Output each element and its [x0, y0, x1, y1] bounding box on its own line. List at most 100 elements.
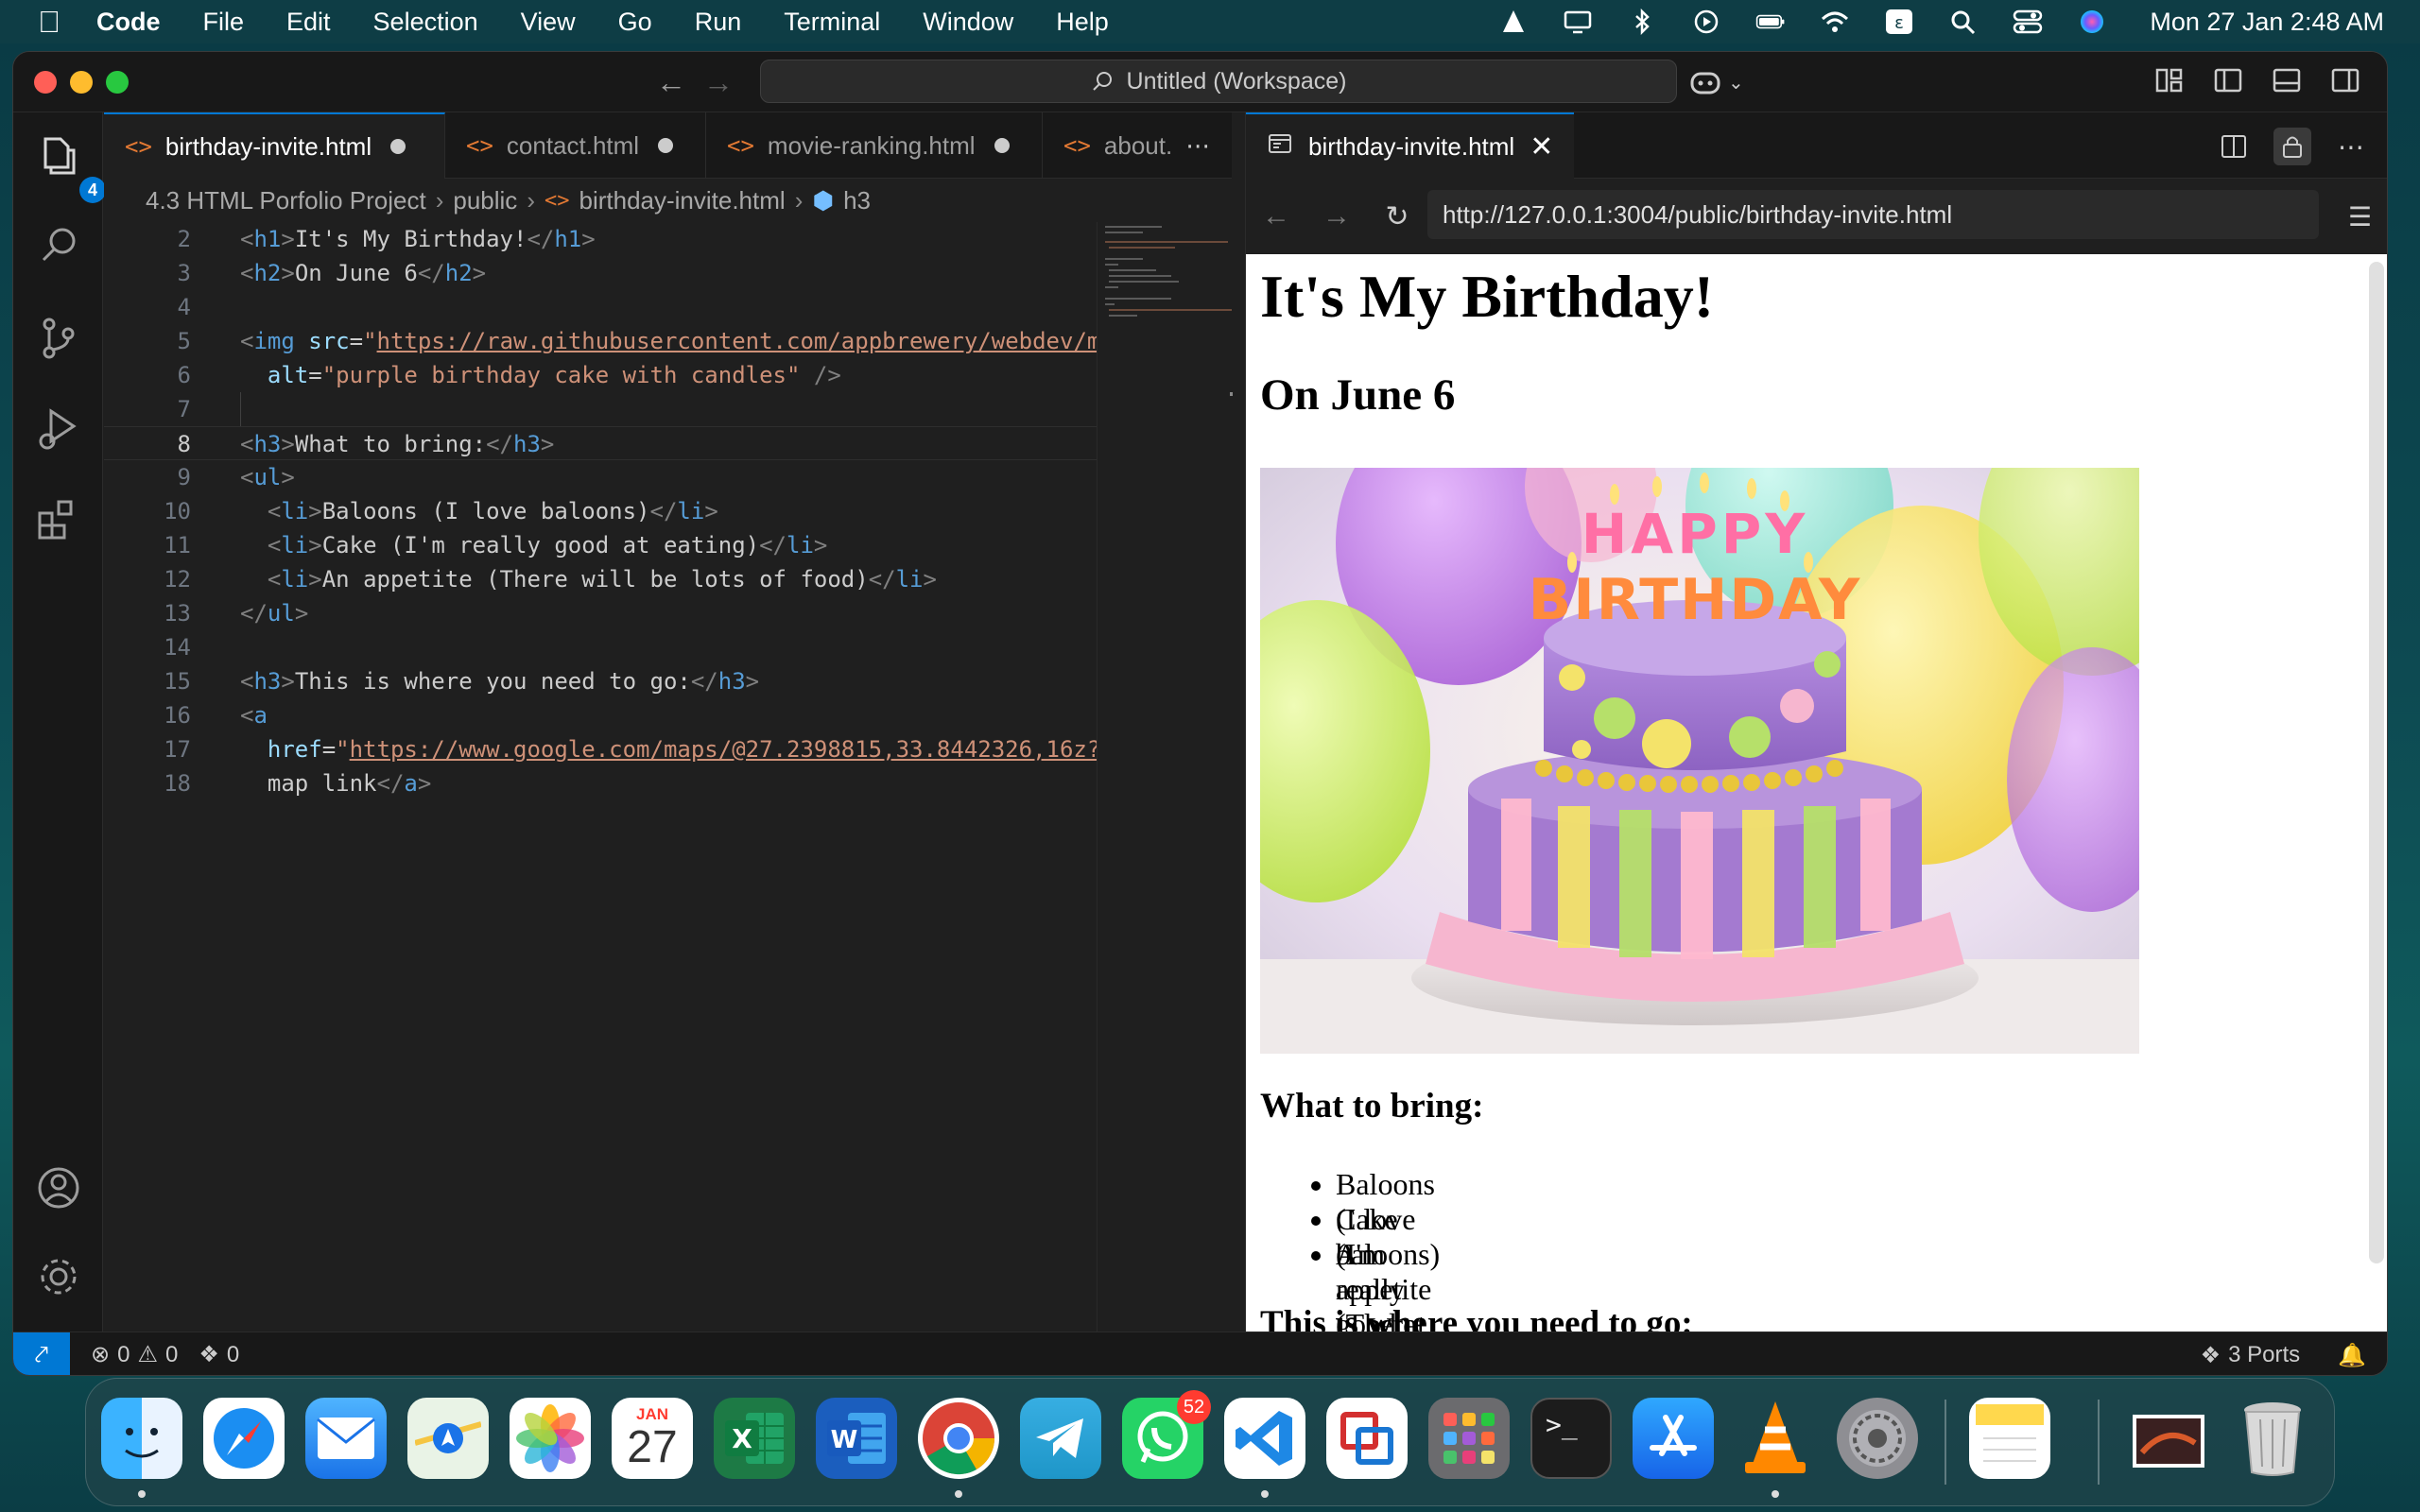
notes-icon[interactable]: [1969, 1398, 2050, 1479]
menu-clock[interactable]: Mon 27 Jan 2:48 AM: [2150, 8, 2384, 37]
menu-file[interactable]: File: [203, 8, 245, 37]
input-source-icon[interactable]: ε: [1883, 8, 1915, 36]
tab-browser-preview[interactable]: birthday-invite.html ✕: [1246, 112, 1575, 179]
tab-about[interactable]: <> about. ⋯: [1043, 112, 1232, 179]
menu-run[interactable]: Run: [695, 8, 742, 37]
breadcrumb-file[interactable]: birthday-invite.html: [579, 186, 785, 215]
code-line: 11 <li>Cake (I'm really good at eating)<…: [164, 532, 828, 558]
more-actions-icon[interactable]: ⋯: [2332, 128, 2370, 165]
menu-terminal[interactable]: Terminal: [784, 8, 880, 37]
ports-forwarded-status[interactable]: ❖ 0: [199, 1341, 239, 1368]
browser-forward-icon[interactable]: →: [1306, 200, 1367, 232]
more-actions-icon[interactable]: ⋯: [1185, 131, 1210, 161]
minimap[interactable]: [1097, 222, 1233, 1332]
chevron-right-icon: ›: [527, 185, 535, 215]
word-icon[interactable]: W: [816, 1398, 897, 1479]
notifications-bell-icon[interactable]: 🔔: [2338, 1342, 2366, 1369]
menu-help[interactable]: Help: [1056, 8, 1109, 37]
toggle-primary-sidebar-icon[interactable]: [2211, 63, 2245, 97]
editor-group: <> birthday-invite.html <> contact.html …: [104, 112, 1233, 1332]
terminal-icon[interactable]: >_: [1530, 1398, 1612, 1479]
vscode-dock-icon[interactable]: [1224, 1398, 1305, 1479]
go-back-icon[interactable]: ←: [656, 65, 686, 100]
window-zoom-button[interactable]: [106, 71, 129, 94]
source-control-icon[interactable]: [32, 311, 85, 364]
menu-go[interactable]: Go: [618, 8, 652, 37]
manage-gear-icon[interactable]: [32, 1250, 85, 1303]
code-line: 12 <li>An appetite (There will be lots o…: [164, 566, 937, 593]
copilot-menu-button[interactable]: ⌄: [1688, 63, 1749, 101]
window-minimize-button[interactable]: [70, 71, 93, 94]
search-view-icon[interactable]: [32, 220, 85, 273]
unsaved-dot-icon[interactable]: [390, 139, 406, 154]
title-bar: ← → Untitled (Workspace) ⌄: [13, 52, 2387, 112]
accounts-icon[interactable]: [32, 1161, 85, 1214]
run-and-debug-icon[interactable]: [32, 402, 85, 455]
ports-status[interactable]: ❖ 3 Ports: [2201, 1342, 2301, 1369]
menu-selection[interactable]: Selection: [373, 8, 478, 37]
photos-icon[interactable]: [510, 1398, 591, 1479]
chrome-icon[interactable]: [918, 1398, 999, 1479]
tab-label: about.: [1103, 130, 1173, 160]
svg-text:ε: ε: [1894, 13, 1904, 33]
system-settings-icon[interactable]: [1837, 1398, 1918, 1479]
close-icon[interactable]: ✕: [1530, 130, 1553, 163]
maps-icon[interactable]: [407, 1398, 489, 1479]
menu-edit[interactable]: Edit: [286, 8, 331, 37]
lock-group-icon[interactable]: [2273, 128, 2311, 165]
display-icon[interactable]: [1562, 8, 1594, 36]
hamburger-menu-icon[interactable]: ☰: [2348, 201, 2372, 232]
bluetooth-icon[interactable]: [1626, 8, 1658, 36]
tab-movie-ranking[interactable]: <> movie-ranking.html: [706, 112, 1043, 179]
whatsapp-icon[interactable]: 52: [1122, 1390, 1211, 1479]
wifi-icon[interactable]: [1819, 8, 1851, 36]
split-editor-icon[interactable]: [2215, 128, 2253, 165]
customize-layout-icon[interactable]: [2152, 63, 2187, 97]
app-store-icon[interactable]: [1633, 1398, 1714, 1479]
menu-window[interactable]: Window: [923, 8, 1013, 37]
toggle-secondary-sidebar-icon[interactable]: [2328, 63, 2362, 97]
menu-view[interactable]: View: [521, 8, 576, 37]
extensions-icon[interactable]: [32, 492, 85, 545]
remote-desktop-icon[interactable]: [1326, 1398, 1408, 1479]
spotlight-search-icon[interactable]: [1947, 8, 1979, 36]
excel-icon[interactable]: X: [714, 1398, 795, 1479]
tab-birthday-invite[interactable]: <> birthday-invite.html: [104, 112, 445, 179]
problems-status[interactable]: ⊗ 0 ⚠ 0: [91, 1341, 178, 1368]
breadcrumb-folder[interactable]: public: [453, 186, 517, 215]
control-center-icon[interactable]: [2012, 8, 2044, 36]
siri-icon[interactable]: [2076, 8, 2108, 36]
safari-icon[interactable]: [203, 1398, 285, 1479]
status-bar: ⤤ ⊗ 0 ⚠ 0 ❖ 0 ❖ 3 Ports 🔔: [13, 1332, 2387, 1375]
downloads-stack-icon[interactable]: [2128, 1398, 2209, 1479]
vlc-icon[interactable]: [1735, 1398, 1816, 1479]
breadcrumb-project[interactable]: 4.3 HTML Porfolio Project: [146, 186, 426, 215]
breadcrumb-symbol[interactable]: h3: [843, 186, 871, 215]
remote-indicator-icon[interactable]: ⤤: [13, 1332, 70, 1375]
page-scrollbar[interactable]: [2369, 262, 2384, 1263]
finder-icon[interactable]: [101, 1398, 182, 1479]
now-playing-icon[interactable]: [1690, 8, 1722, 36]
reload-icon[interactable]: ↻: [1367, 200, 1427, 233]
tab-contact[interactable]: <> contact.html: [445, 112, 706, 179]
go-forward-icon[interactable]: →: [703, 65, 734, 100]
browser-back-icon[interactable]: ←: [1246, 200, 1306, 232]
menu-app-name[interactable]: Code: [96, 8, 161, 37]
launchpad-icon[interactable]: [1428, 1398, 1510, 1479]
command-center-search[interactable]: Untitled (Workspace): [760, 60, 1677, 103]
url-input[interactable]: http://127.0.0.1:3004/public/birthday-in…: [1427, 190, 2319, 239]
code-editor[interactable]: 2 <h1>It's My Birthday!</h1> 3 <h2>On June…: [104, 222, 1097, 1332]
telegram-icon[interactable]: [1020, 1398, 1101, 1479]
unsaved-dot-icon[interactable]: [994, 138, 1010, 153]
apple-menu-icon[interactable]: : [38, 5, 89, 40]
mail-icon[interactable]: [305, 1398, 387, 1479]
toggle-panel-icon[interactable]: [2270, 63, 2304, 97]
battery-icon[interactable]: [1754, 8, 1787, 36]
explorer-icon[interactable]: 4: [32, 129, 106, 203]
vlc-menu-icon[interactable]: [1497, 8, 1530, 36]
calendar-icon[interactable]: JAN 27: [612, 1398, 693, 1479]
trash-icon[interactable]: [2232, 1398, 2313, 1479]
browser-tab-label: birthday-invite.html: [1308, 131, 1515, 161]
window-close-button[interactable]: [34, 71, 57, 94]
unsaved-dot-icon[interactable]: [658, 138, 674, 153]
